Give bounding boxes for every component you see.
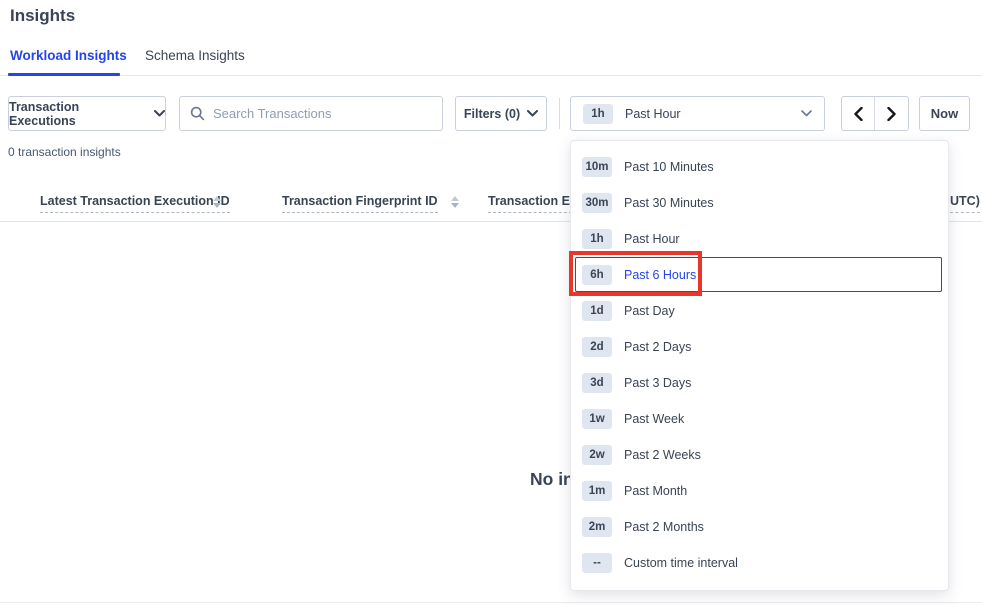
chevron-down-icon xyxy=(801,110,812,117)
prev-interval-button[interactable] xyxy=(842,97,875,130)
chevron-down-icon xyxy=(154,110,165,117)
time-option-badge: 2m xyxy=(582,517,612,537)
time-nav-arrows xyxy=(841,96,909,131)
column-header-transaction-execution-clipped[interactable]: Transaction Ex xyxy=(488,194,577,213)
bottom-divider xyxy=(0,602,982,603)
time-option-past-week[interactable]: 1w Past Week xyxy=(571,401,948,437)
time-option-past-hour[interactable]: 1h Past Hour xyxy=(571,221,948,257)
insights-count: 0 transaction insights xyxy=(8,145,121,159)
time-option-label: Custom time interval xyxy=(624,556,738,570)
time-option-badge: 2w xyxy=(582,445,612,465)
time-range-label: Past Hour xyxy=(625,107,681,121)
time-option-badge: 30m xyxy=(582,193,612,213)
time-option-label: Past 3 Days xyxy=(624,376,691,390)
filters-label: Filters (0) xyxy=(464,107,520,121)
time-option-past-2-weeks[interactable]: 2w Past 2 Weeks xyxy=(571,437,948,473)
time-option-custom-time-interval[interactable]: -- Custom time interval xyxy=(571,545,948,581)
sort-icon[interactable] xyxy=(213,196,221,208)
search-icon xyxy=(190,106,205,121)
time-option-past-2-days[interactable]: 2d Past 2 Days xyxy=(571,329,948,365)
time-option-badge: 6h xyxy=(582,265,612,285)
tab-workload-insights[interactable]: Workload Insights xyxy=(10,48,127,63)
time-range-badge: 1h xyxy=(583,104,613,124)
type-select-button[interactable]: Transaction Executions xyxy=(8,96,166,131)
time-option-label: Past 10 Minutes xyxy=(624,160,714,174)
time-option-label: Past Hour xyxy=(624,232,680,246)
type-select-label: Transaction Executions xyxy=(9,100,147,128)
page-title: Insights xyxy=(10,6,75,26)
chevron-right-icon xyxy=(887,107,896,121)
time-option-badge: 2d xyxy=(582,337,612,357)
time-option-label: Past Day xyxy=(624,304,675,318)
tab-bar: Workload Insights Schema Insights xyxy=(0,46,982,76)
time-option-badge: 10m xyxy=(582,157,612,177)
column-header-transaction-fingerprint-id[interactable]: Transaction Fingerprint ID xyxy=(282,194,438,213)
filters-button[interactable]: Filters (0) xyxy=(455,96,547,131)
toolbar-divider xyxy=(559,98,560,129)
time-option-badge: 1h xyxy=(582,229,612,249)
search-box[interactable] xyxy=(179,96,443,131)
time-option-badge: 1w xyxy=(582,409,612,429)
tab-schema-insights[interactable]: Schema Insights xyxy=(145,48,245,63)
time-option-past-day[interactable]: 1d Past Day xyxy=(571,293,948,329)
time-option-label: Past 2 Months xyxy=(624,520,704,534)
now-button[interactable]: Now xyxy=(919,96,970,131)
time-option-badge: 3d xyxy=(582,373,612,393)
time-option-label: Past 6 Hours xyxy=(624,268,696,282)
search-input[interactable] xyxy=(213,106,432,121)
time-range-trigger[interactable]: 1h Past Hour xyxy=(570,96,825,131)
time-option-past-month[interactable]: 1m Past Month xyxy=(571,473,948,509)
time-option-label: Past 2 Weeks xyxy=(624,448,701,462)
chevron-down-icon xyxy=(527,110,538,117)
time-option-past-30-minutes[interactable]: 30m Past 30 Minutes xyxy=(571,185,948,221)
chevron-left-icon xyxy=(854,107,863,121)
time-option-badge: -- xyxy=(582,553,612,573)
next-interval-button[interactable] xyxy=(875,97,908,130)
time-option-label: Past Week xyxy=(624,412,684,426)
time-option-past-6-hours[interactable]: 6h Past 6 Hours xyxy=(571,257,948,293)
insights-page: Insights Workload Insights Schema Insigh… xyxy=(0,0,982,605)
time-option-past-2-months[interactable]: 2m Past 2 Months xyxy=(571,509,948,545)
tab-bar-divider xyxy=(0,75,982,76)
time-option-label: Past Month xyxy=(624,484,687,498)
time-interval-dropdown: 10m Past 10 Minutes 30m Past 30 Minutes 1h Pa… xyxy=(570,140,949,591)
time-option-past-10-minutes[interactable]: 10m Past 10 Minutes xyxy=(571,149,948,185)
time-option-badge: 1m xyxy=(582,481,612,501)
sort-icon[interactable] xyxy=(451,196,459,208)
time-option-badge: 1d xyxy=(582,301,612,321)
time-option-past-3-days[interactable]: 3d Past 3 Days xyxy=(571,365,948,401)
column-header-latest-transaction-execution-id[interactable]: Latest Transaction Execution ID xyxy=(40,194,230,213)
time-option-label: Past 2 Days xyxy=(624,340,691,354)
time-option-label: Past 30 Minutes xyxy=(624,196,714,210)
column-header-start-time-utc-clipped[interactable]: UTC) xyxy=(950,194,980,213)
active-tab-underline xyxy=(8,73,120,76)
